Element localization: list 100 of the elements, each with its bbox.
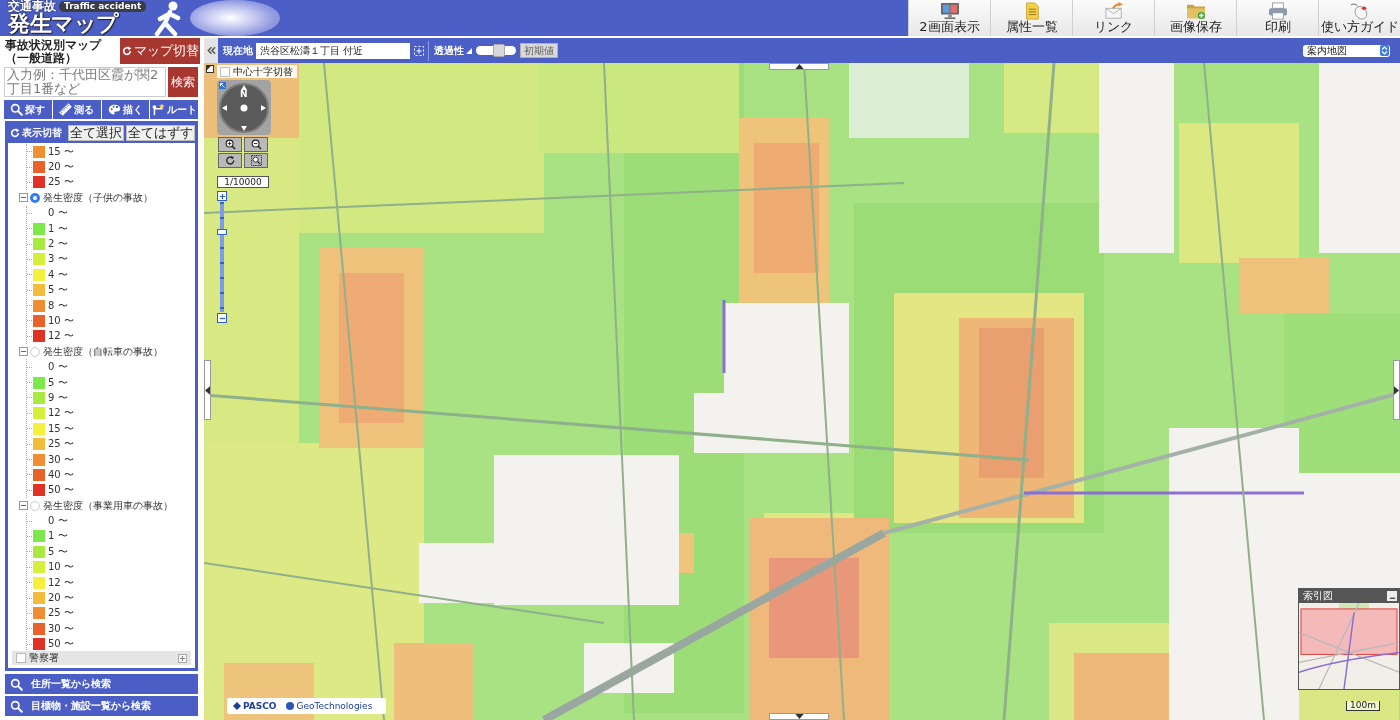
tool-button[interactable]: 探す — [4, 100, 52, 119]
legend-label: 0 〜 — [48, 206, 68, 221]
zoom-slider-thumb[interactable] — [217, 229, 227, 236]
palette-icon — [107, 103, 121, 116]
select-all-button[interactable]: 全て選択 — [68, 124, 124, 141]
legend-label: 1 〜 — [48, 221, 68, 236]
crosshair-icon[interactable] — [414, 45, 424, 56]
police-layer-row[interactable]: 警察署 — [12, 651, 191, 665]
triangle-icon — [466, 47, 472, 54]
zoom-plus-button[interactable] — [217, 191, 227, 201]
zoom-out-button[interactable] — [244, 137, 268, 152]
credit-label: GeoTechnologies — [296, 701, 373, 711]
collapse-sidebar-button[interactable] — [204, 38, 218, 63]
map-edge-tab[interactable] — [1393, 360, 1400, 420]
opacity-slider-track[interactable] — [476, 46, 516, 55]
corner-arrow-icon[interactable] — [219, 82, 226, 89]
reset-view-button[interactable] — [218, 153, 242, 168]
legend-label: 15 〜 — [48, 144, 74, 159]
dual-screen-icon — [938, 2, 961, 20]
opacity-label: 透過性 — [434, 43, 464, 58]
toolbar-button[interactable]: 画像保存 — [1154, 0, 1236, 36]
scale-label: 1/10000 — [217, 176, 269, 188]
zoom-minus-button[interactable] — [217, 313, 227, 323]
opacity-slider-thumb[interactable] — [492, 44, 505, 57]
circle-logo-icon — [286, 702, 295, 710]
legend-label: 40 〜 — [48, 467, 74, 482]
legend-label: 5 〜 — [48, 375, 68, 390]
legend-label: 12 〜 — [48, 406, 74, 421]
toolbar-button[interactable]: 2画面表示 — [908, 0, 990, 36]
radio-button[interactable] — [30, 192, 40, 203]
logo-badge: Traffic accident — [59, 0, 147, 12]
route-icon — [151, 103, 165, 116]
minus-box-icon[interactable] — [19, 347, 28, 357]
toolbar-button[interactable]: リンク — [1072, 0, 1154, 36]
search-list-button[interactable]: 住所一覧から検索 — [5, 674, 198, 694]
legend-label: 4 〜 — [48, 267, 68, 282]
magnifier-frame-icon — [250, 155, 262, 166]
folder-icon — [1184, 2, 1207, 20]
tool-button[interactable]: 測る — [52, 100, 101, 119]
toolbar-button[interactable]: 使い方ガイド — [1318, 0, 1400, 36]
search-icon — [10, 103, 24, 116]
direction-pad-icon[interactable] — [217, 80, 271, 135]
checkbox[interactable] — [220, 66, 230, 77]
search-field[interactable]: 入力例：千代田区霞が関2丁目1番など — [4, 67, 166, 97]
tool-button[interactable]: 描く — [101, 100, 150, 119]
plus-icon — [218, 192, 226, 200]
radio-button[interactable] — [30, 500, 40, 511]
layer-label: 発生密度（事業用車の事故） — [43, 498, 173, 513]
legend-label: 12 〜 — [48, 575, 74, 590]
corner-toggle-icon[interactable] — [206, 65, 214, 73]
legend-label: 10 〜 — [48, 314, 74, 328]
minus-box-icon[interactable] — [19, 501, 28, 511]
zoom-slider-track[interactable] — [220, 202, 224, 312]
location-field[interactable]: 渋谷区松濤１丁目 付近 — [256, 42, 410, 59]
envelope-icon — [1102, 2, 1125, 20]
zoom-in-button[interactable] — [218, 137, 242, 152]
search-icon — [10, 677, 23, 691]
scale-bar: 100m — [1346, 701, 1380, 711]
toolbar-button[interactable]: 属性一覧 — [990, 0, 1072, 36]
plus-box-icon[interactable] — [178, 653, 187, 663]
legend-label: 20 〜 — [48, 160, 74, 175]
triangle-down-icon — [794, 714, 804, 719]
search-button[interactable]: 検索 — [168, 67, 198, 97]
map-type-select[interactable]: 案内地図 — [1303, 44, 1390, 57]
overview-title: 索引図 — [1303, 589, 1333, 603]
toolbar-button[interactable]: 印刷 — [1236, 0, 1318, 36]
legend-label: 20 〜 — [48, 591, 74, 605]
minus-box-icon[interactable] — [19, 193, 28, 203]
refresh-icon — [10, 127, 20, 138]
layer-panel-title: 表示切替 — [22, 125, 62, 140]
legend-label: 30 〜 — [48, 621, 74, 636]
legend-label: 10 〜 — [48, 560, 74, 575]
map-switch-button[interactable]: マップ切替 — [120, 38, 200, 64]
legend-label: 8 〜 — [48, 298, 68, 313]
legend-label: 30 〜 — [48, 452, 74, 467]
legend-label: 25 〜 — [48, 437, 74, 452]
location-label: 現在地 — [223, 43, 253, 58]
legend-label: 12 〜 — [48, 329, 74, 344]
layer-label: 警察署 — [29, 651, 59, 665]
legend-label: 5 〜 — [48, 544, 68, 559]
clear-all-button[interactable]: 全てはずす — [126, 124, 195, 141]
zoom-area-button[interactable] — [244, 153, 268, 168]
logo-title: 発生マップ — [8, 12, 120, 36]
double-chevron-icon — [206, 46, 216, 55]
credit-label: PASCO — [243, 701, 277, 711]
magnifier-minus-icon — [250, 139, 262, 150]
crosshair-toggle[interactable]: 中心十字切替 — [217, 65, 297, 78]
map-edge-tab[interactable] — [204, 360, 211, 420]
minimize-button[interactable] — [1387, 591, 1397, 601]
legend-label: 15 〜 — [48, 421, 74, 436]
search-list-button[interactable]: 目標物・施設一覧から検索 — [5, 696, 198, 716]
legend-label: 0 〜 — [48, 360, 68, 375]
tool-button[interactable]: ルート — [150, 100, 198, 119]
map-edge-tab[interactable] — [769, 63, 829, 70]
refresh-icon — [121, 46, 132, 56]
search-icon — [10, 699, 23, 713]
map-edge-tab[interactable] — [769, 713, 829, 720]
radio-button[interactable] — [30, 346, 40, 357]
legend-label: 25 〜 — [48, 606, 74, 621]
checkbox[interactable] — [16, 653, 26, 663]
